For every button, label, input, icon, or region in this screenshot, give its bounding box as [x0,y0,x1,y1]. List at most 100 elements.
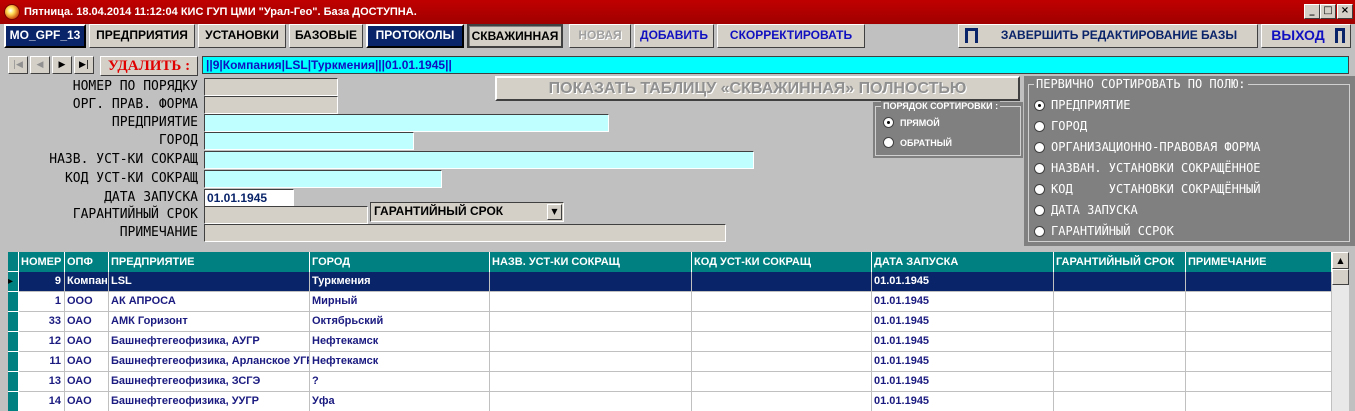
column-header[interactable]: ПРЕДПРИЯТИЕ [109,252,310,272]
sort-field-option[interactable]: НАЗВАН. УСТАНОВКИ СОКРАЩЁННОЕ [1034,161,1261,175]
table-cell[interactable] [490,332,692,352]
city-field[interactable] [204,132,414,150]
table-cell[interactable]: 1 [19,292,65,312]
table-cell[interactable] [1054,292,1186,312]
table-row[interactable]: ▸9КомпанияLSLТуркмения 01.01.1945 [8,272,1332,292]
table-cell[interactable] [1186,312,1332,332]
maximize-button[interactable]: □ [1320,4,1336,19]
table-cell[interactable]: 01.01.1945 [872,372,1054,392]
column-header[interactable]: ОПФ [65,252,109,272]
table-cell[interactable]: 11 [19,352,65,372]
table-cell[interactable]: Башнефтегеофизика, ЗСГЭ [109,372,310,392]
chevron-down-icon[interactable]: ▼ [547,204,562,220]
table-cell[interactable] [1054,312,1186,332]
exit-button[interactable]: ВЫХОД [1261,24,1351,48]
table-cell[interactable]: Башнефтегеофизика, УУГР [109,392,310,411]
table-cell[interactable]: ОАО [65,352,109,372]
table-row[interactable]: 1 ООО АК АПРОСА Мирный 01.01.1945 [8,292,1332,312]
table-cell[interactable]: 9 [19,272,65,292]
org-form-field[interactable] [204,96,338,114]
note-field[interactable] [204,224,726,242]
table-cell[interactable] [1186,272,1332,292]
table-cell[interactable]: 01.01.1945 [872,312,1054,332]
table-cell[interactable]: 01.01.1945 [872,352,1054,372]
table-cell[interactable]: АМК Горизонт [109,312,310,332]
enterprises-button[interactable]: ПРЕДПРИЯТИЯ [89,24,195,48]
last-record-button[interactable]: ▶| [74,56,94,74]
column-header[interactable]: НАЗВ. УСТ-КИ СОКРАЩ [490,252,692,272]
table-cell[interactable]: ОАО [65,392,109,411]
table-cell[interactable] [1054,352,1186,372]
table-cell[interactable]: 01.01.1945 [872,392,1054,411]
sort-field-option[interactable]: КОД УСТАНОВКИ СОКРАЩЁННЫЙ [1034,182,1261,196]
column-header[interactable]: КОД УСТ-КИ СОКРАЩ [692,252,872,272]
edit-button[interactable]: СКОРРЕКТИРОВАТЬ [717,24,865,48]
table-cell[interactable] [490,392,692,411]
table-cell[interactable]: Октябрьский [310,312,490,332]
finish-editing-button[interactable]: ЗАВЕРШИТЬ РЕДАКТИРОВАНИЕ БАЗЫ [958,24,1258,48]
sort-order-option[interactable]: ПРЯМОЙ [883,116,940,130]
table-cell[interactable] [692,352,872,372]
column-header[interactable]: ДАТА ЗАПУСКА [872,252,1054,272]
table-cell[interactable] [1054,332,1186,352]
minimize-button[interactable]: _ [1304,4,1320,19]
warranty-select[interactable]: ГАРАНТИЙНЫЙ СРОК ▼ [370,202,564,222]
scroll-up-icon[interactable]: ▲ [1332,252,1349,269]
table-cell[interactable]: АК АПРОСА [109,292,310,312]
table-row[interactable]: 12 ОАО Башнефтегеофизика, АУГР Нефтекамск 01… [8,332,1332,352]
row-indicator[interactable] [8,372,18,392]
table-cell[interactable]: 14 [19,392,65,411]
database-button[interactable]: MO_GPF_13 [4,24,86,48]
table-cell[interactable] [692,272,872,292]
table-cell[interactable] [1186,332,1332,352]
data-grid[interactable]: НОМЕР ОПФ ПРЕДПРИЯТИЕ ГОРОД НАЗВ. УСТ-КИ СОК… [8,252,1332,411]
table-cell[interactable]: Туркмения [310,272,490,292]
table-cell[interactable] [1054,372,1186,392]
table-cell[interactable]: 13 [19,372,65,392]
scroll-thumb[interactable] [1332,269,1349,285]
first-record-button[interactable]: |◀ [8,56,28,74]
num-field[interactable] [204,78,338,96]
table-cell[interactable] [692,332,872,352]
table-cell[interactable]: ООО [65,292,109,312]
table-cell[interactable] [692,312,872,332]
sort-order-option[interactable]: ОБРАТНЫЙ [883,136,952,150]
row-indicator[interactable] [8,392,18,411]
column-header[interactable]: НОМЕР [19,252,65,272]
column-header[interactable]: ГАРАНТИЙНЫЙ СРОК [1054,252,1186,272]
table-cell[interactable]: 01.01.1945 [872,332,1054,352]
table-row[interactable]: 13 ОАО Башнефтегеофизика, ЗСГЭ? 01.01.1945 [8,372,1332,392]
vertical-scrollbar[interactable]: ▲ [1332,252,1349,411]
table-cell[interactable] [1186,372,1332,392]
start-date-field[interactable]: 01.01.1945 [204,189,294,207]
table-cell[interactable]: Башнефтегеофизика, АУГР [109,332,310,352]
table-cell[interactable]: ОАО [65,372,109,392]
table-cell[interactable]: ОАО [65,312,109,332]
table-cell[interactable] [490,292,692,312]
sort-field-option[interactable]: ОРГАНИЗАЦИОННО-ПРАВОВАЯ ФОРМА [1034,140,1261,154]
row-indicator[interactable] [8,312,18,332]
table-cell[interactable]: 33 [19,312,65,332]
well-button[interactable]: СКВАЖИННАЯ [467,24,563,48]
column-header[interactable]: ПРИМЕЧАНИЕ [1186,252,1332,272]
show-full-table-button[interactable]: ПОКАЗАТЬ ТАБЛИЦУ «СКВАЖИННАЯ» ПОЛНОСТЬЮ [495,76,1020,101]
protocols-button[interactable]: ПРОТОКОЛЫ [366,24,464,48]
prev-record-button[interactable]: ◀ [30,56,50,74]
row-indicator[interactable] [8,292,18,312]
sort-field-option[interactable]: ГОРОД [1034,119,1087,133]
sort-field-option[interactable]: ДАТА ЗАПУСКА [1034,203,1138,217]
table-cell[interactable] [490,312,692,332]
warranty-field[interactable] [204,206,368,224]
inst-code-field[interactable] [204,170,442,188]
bases-button[interactable]: БАЗОВЫЕ [289,24,363,48]
sort-field-option[interactable]: ГАРАНТИЙНЫЙ ССРОК [1034,224,1174,238]
table-cell[interactable] [692,372,872,392]
table-cell[interactable] [1054,272,1186,292]
table-cell[interactable]: Уфа [310,392,490,411]
table-cell[interactable]: ОАО [65,332,109,352]
table-row[interactable]: 33 ОАО АМК Горизонт Октябрьский 01.01.1945 [8,312,1332,332]
add-button[interactable]: ДОБАВИТЬ [634,24,714,48]
sort-field-option[interactable]: ПРЕДПРИЯТИЕ [1034,98,1130,112]
table-cell[interactable] [1186,352,1332,372]
table-cell[interactable] [490,372,692,392]
